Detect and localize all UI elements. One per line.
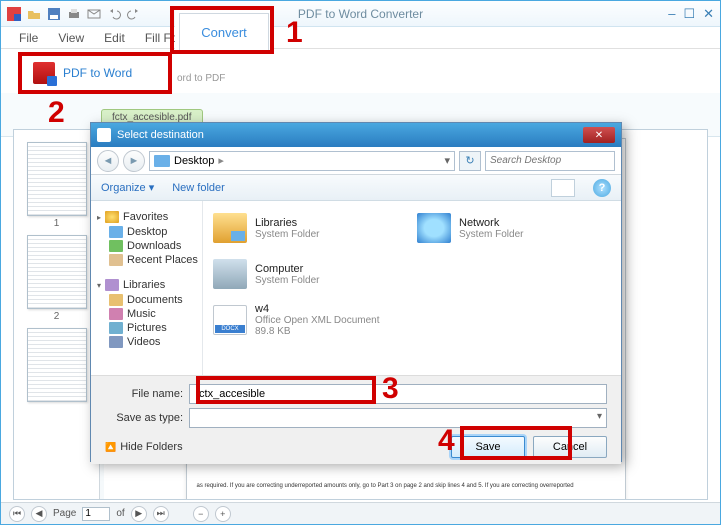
refresh-button[interactable]: ↻ [459, 151, 481, 171]
tree-libraries[interactable]: ▾Libraries [91, 277, 202, 293]
documents-icon [109, 294, 123, 306]
docx-icon [213, 305, 247, 335]
thumbnail-panel: 1 2 [14, 130, 100, 499]
zoom-out-button[interactable]: − [193, 506, 209, 522]
close-button[interactable]: ✕ [703, 6, 714, 22]
menu-edit[interactable]: Edit [104, 31, 125, 45]
pdf-to-word-label: PDF to Word [63, 66, 132, 80]
window-title: PDF to Word Converter [298, 7, 423, 21]
hide-folders-button[interactable]: 🔼Hide Folders [105, 441, 183, 453]
maximize-button[interactable]: ☐ [683, 6, 695, 22]
pdf-to-word-button[interactable]: PDF to Word [27, 56, 167, 90]
file-list: LibrariesSystem Folder NetworkSystem Fol… [203, 201, 621, 375]
page-input[interactable] [82, 507, 110, 521]
pager-bar: ⏮ ◀ Page of ▶ ⏭ − + [1, 502, 720, 524]
saveas-label: Save as type: [105, 412, 183, 424]
path-dropdown-icon[interactable]: ▾ [444, 154, 450, 167]
titlebar: PDF to Word Converter – ☐ ✕ [1, 1, 720, 27]
file-item-libraries[interactable]: LibrariesSystem Folder [213, 207, 407, 249]
menu-file[interactable]: File [19, 31, 38, 45]
desktop-icon [154, 155, 170, 167]
libraries-icon [105, 279, 119, 291]
save-icon[interactable] [47, 7, 61, 21]
tree-desktop[interactable]: Desktop [91, 225, 202, 239]
dialog-titlebar: Select destination ✕ [91, 123, 621, 147]
page-next-button[interactable]: ▶ [131, 506, 147, 522]
app-icon [7, 7, 21, 21]
computer-icon [213, 259, 247, 289]
page-of: of [116, 508, 124, 519]
file-item-network[interactable]: NetworkSystem Folder [417, 207, 611, 249]
tree-recent[interactable]: Recent Places [91, 253, 202, 267]
menu-view[interactable]: View [58, 31, 84, 45]
downloads-icon [109, 240, 123, 252]
star-icon [105, 211, 119, 223]
thumbnail[interactable] [27, 235, 87, 309]
print-icon[interactable] [67, 7, 81, 21]
doc-footer-text: as required. If you are correcting under… [197, 483, 615, 490]
menubar: File View Edit Fill Fo o [1, 27, 720, 49]
tree-favorites[interactable]: ▸Favorites [91, 209, 202, 225]
help-button[interactable]: ? [593, 179, 611, 197]
file-item-computer[interactable]: ComputerSystem Folder [213, 253, 407, 295]
tree-downloads[interactable]: Downloads [91, 239, 202, 253]
thumbnail-label: 1 [14, 218, 99, 229]
new-folder-button[interactable]: New folder [172, 182, 225, 194]
convert-button[interactable]: Convert [179, 13, 269, 51]
organize-button[interactable]: Organize ▾ [101, 181, 154, 194]
convert-label: Convert [201, 25, 247, 40]
recent-icon [109, 254, 123, 266]
dialog-body: ▸Favorites Desktop Downloads Recent Plac… [91, 201, 621, 375]
tree-videos[interactable]: Videos [91, 335, 202, 349]
page-first-button[interactable]: ⏮ [9, 506, 25, 522]
page-prev-button[interactable]: ◀ [31, 506, 47, 522]
pdf-to-word-icon [33, 62, 55, 84]
folder-icon [213, 213, 247, 243]
network-icon [417, 213, 451, 243]
ribbon-sublabel: ord to PDF [177, 73, 225, 84]
tree-music[interactable]: Music [91, 307, 202, 321]
view-mode-button[interactable] [551, 179, 575, 197]
open-icon[interactable] [27, 7, 41, 21]
minimize-button[interactable]: – [668, 6, 675, 22]
dialog-icon [97, 128, 111, 142]
thumbnail-label: 2 [14, 311, 99, 322]
folder-tree: ▸Favorites Desktop Downloads Recent Plac… [91, 201, 203, 375]
filename-input[interactable] [189, 384, 607, 404]
filename-label: File name: [105, 388, 183, 400]
nav-back-button[interactable]: ◄ [97, 150, 119, 172]
music-icon [109, 308, 123, 320]
zoom-in-button[interactable]: + [215, 506, 231, 522]
pictures-icon [109, 322, 123, 334]
tree-pictures[interactable]: Pictures [91, 321, 202, 335]
videos-icon [109, 336, 123, 348]
save-dialog: Select destination ✕ ◄ ► Desktop ▸ ▾ ↻ O… [90, 122, 622, 462]
path-separator: ▸ [218, 154, 224, 167]
thumbnail[interactable] [27, 142, 87, 216]
save-button[interactable]: Save [451, 436, 525, 458]
mail-icon[interactable] [87, 7, 101, 21]
page-label: Page [53, 508, 76, 519]
path-bar[interactable]: Desktop ▸ ▾ [149, 151, 455, 171]
cancel-button[interactable]: Cancel [533, 436, 607, 458]
dialog-close-button[interactable]: ✕ [583, 127, 615, 143]
nav-forward-button[interactable]: ► [123, 150, 145, 172]
desktop-icon [109, 226, 123, 238]
dialog-bottom: File name: Save as type: 🔼Hide Folders S… [91, 375, 621, 464]
path-segment[interactable]: Desktop [174, 155, 214, 167]
menu-fill-forms[interactable]: Fill Fo [145, 31, 178, 45]
dialog-toolbar: Organize ▾ New folder ? [91, 175, 621, 201]
search-input[interactable] [485, 151, 615, 171]
undo-icon[interactable] [107, 7, 121, 21]
thumbnail[interactable] [27, 328, 87, 402]
redo-icon[interactable] [127, 7, 141, 21]
file-item-w4[interactable]: w4Office Open XML Document89.8 KB [213, 299, 407, 341]
saveas-type-combo[interactable] [189, 408, 607, 428]
dialog-title: Select destination [117, 129, 204, 141]
dialog-nav: ◄ ► Desktop ▸ ▾ ↻ [91, 147, 621, 175]
page-last-button[interactable]: ⏭ [153, 506, 169, 522]
tree-documents[interactable]: Documents [91, 293, 202, 307]
